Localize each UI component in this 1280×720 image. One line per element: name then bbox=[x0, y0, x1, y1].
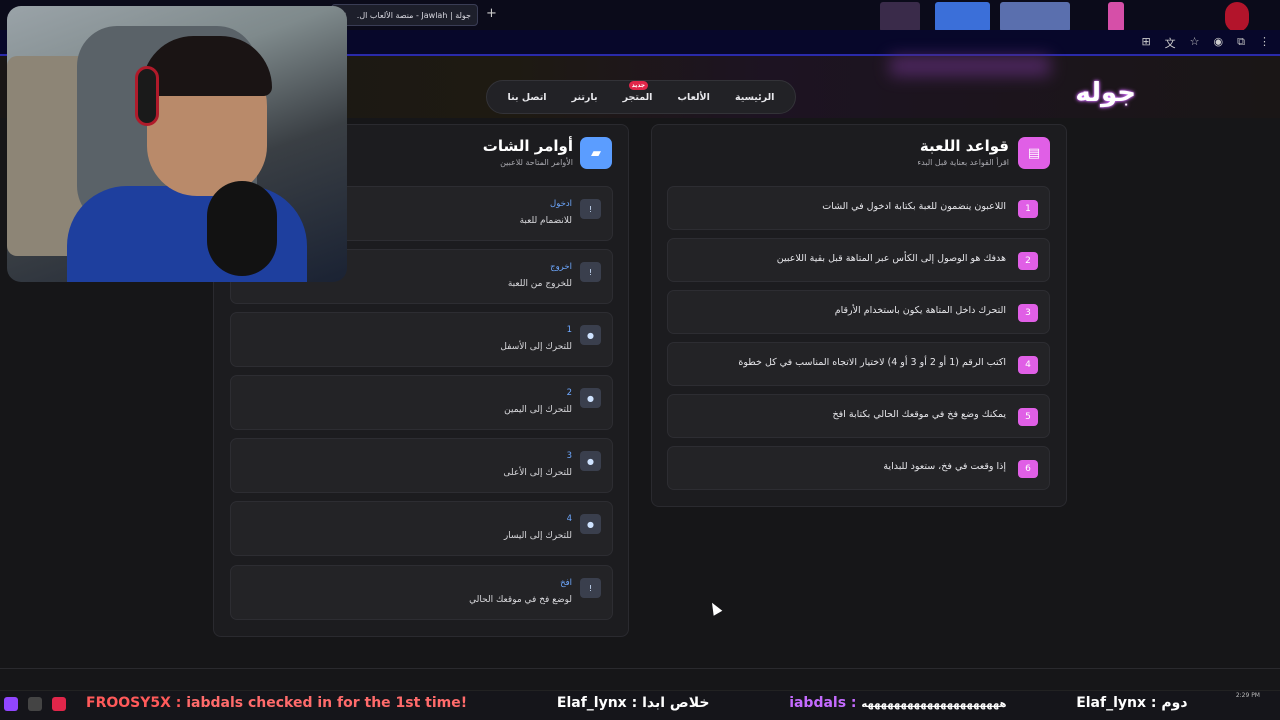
command-name: افخ bbox=[560, 578, 572, 588]
overlay-thumb bbox=[1000, 2, 1070, 32]
webcam-headset bbox=[135, 66, 159, 126]
site-logo[interactable]: جوله bbox=[1075, 78, 1136, 108]
nav-store[interactable]: المتجر جديد bbox=[622, 80, 653, 103]
command-desc: للانضمام للعبة bbox=[519, 216, 572, 226]
commands-title: أوامر الشات bbox=[482, 137, 573, 155]
nav-home[interactable]: الرئيسية bbox=[735, 92, 774, 103]
taskbar-icons bbox=[4, 697, 66, 711]
overlay-thumb bbox=[935, 2, 990, 32]
rule-text: إذا وقعت في فخ، ستعود للبداية bbox=[883, 461, 1006, 472]
chat-ticker: FROOSY5X : iabdals checked in for the 1s… bbox=[86, 695, 1188, 711]
ticker-message: دوم bbox=[1161, 695, 1188, 711]
rule-text: اكتب الرقم (1 أو 2 أو 3 أو 4) لاختيار ال… bbox=[738, 357, 1006, 368]
youtube-icon[interactable] bbox=[52, 697, 66, 711]
chat-icon: ● bbox=[580, 514, 601, 534]
rules-title: قواعد اللعبة bbox=[919, 137, 1009, 155]
rule-text: اللاعبون ينضمون للعبة بكتابة ادخول في ال… bbox=[822, 201, 1006, 212]
chat-icon: ● bbox=[580, 325, 601, 345]
rule-number: 5 bbox=[1018, 408, 1038, 426]
rule-text: التحرك داخل المتاهة يكون باستخدام الأرقا… bbox=[834, 305, 1006, 316]
rule-number: 1 bbox=[1018, 200, 1038, 218]
screenshot-icon[interactable]: ⊞ bbox=[1141, 35, 1150, 51]
nav-games[interactable]: الألعاب bbox=[678, 92, 710, 103]
rule-text: هدفك هو الوصول إلى الكأس عبر المتاهة قبل… bbox=[776, 253, 1006, 264]
command-name: 3 bbox=[566, 451, 572, 461]
overlay-thumb bbox=[1108, 2, 1124, 32]
rule-item: 5 يمكنك وضع فخ في موقعك الحالي بكتابة اف… bbox=[667, 394, 1050, 438]
profile-icon[interactable]: ◉ bbox=[1214, 35, 1224, 51]
rules-subtitle: اقرأ القواعد بعناية قبل البدء bbox=[917, 158, 1009, 167]
header-glow bbox=[890, 56, 1050, 76]
new-tab-icon[interactable]: + bbox=[486, 6, 497, 21]
command-item: ● 3 للتحرك إلى الأعلى bbox=[230, 438, 613, 493]
command-name: ادخول bbox=[550, 199, 572, 209]
command-name: 2 bbox=[566, 388, 572, 398]
ticker-message: خلاص ابدا bbox=[642, 695, 710, 711]
pin-icon[interactable] bbox=[28, 697, 42, 711]
extensions-icon[interactable]: ⧉ bbox=[1237, 35, 1245, 51]
overlay-thumb bbox=[880, 2, 920, 32]
command-desc: للتحرك إلى اليسار bbox=[503, 531, 572, 541]
streamer-webcam bbox=[7, 6, 347, 282]
rule-number: 4 bbox=[1018, 356, 1038, 374]
webcam-microphone bbox=[207, 181, 277, 276]
chat-icon: ● bbox=[580, 388, 601, 408]
rule-item: 3 التحرك داخل المتاهة يكون باستخدام الأر… bbox=[667, 290, 1050, 334]
rule-number: 3 bbox=[1018, 304, 1038, 322]
menu-icon[interactable]: ⋮ bbox=[1259, 35, 1270, 51]
command-desc: للتحرك إلى اليمين bbox=[504, 405, 572, 415]
command-name: 1 bbox=[566, 325, 572, 335]
exclamation-icon: ! bbox=[580, 262, 601, 282]
command-item: ● 2 للتحرك إلى اليمين bbox=[230, 375, 613, 430]
browser-toolbar-icons: ⊞ 文 ☆ ◉ ⧉ ⋮ bbox=[1141, 35, 1270, 51]
nav-store-label: المتجر bbox=[622, 91, 653, 103]
ticker-user: FROOSY5X : bbox=[86, 695, 182, 711]
chat-icon: ● bbox=[580, 451, 601, 471]
rule-item: 2 هدفك هو الوصول إلى الكأس عبر المتاهة ق… bbox=[667, 238, 1050, 282]
stream-overlay-thumbnails bbox=[880, 2, 1260, 32]
rule-text: يمكنك وضع فخ في موقعك الحالي بكتابة افخ bbox=[832, 409, 1006, 420]
exclamation-icon: ! bbox=[580, 578, 601, 598]
rule-number: 6 bbox=[1018, 460, 1038, 478]
ticker-message: هههههههههههههههههههههه bbox=[861, 699, 1007, 710]
twitch-icon[interactable] bbox=[4, 697, 18, 711]
footer-divider bbox=[0, 668, 1280, 669]
translate-icon[interactable]: 文 bbox=[1165, 35, 1176, 51]
command-name: 4 bbox=[566, 514, 572, 524]
main-navigation: الرئيسية الألعاب المتجر جديد بارتنر اتصل… bbox=[486, 80, 796, 114]
command-item: ● 4 للتحرك إلى اليسار bbox=[230, 501, 613, 556]
command-item: ● 1 للتحرك إلى الأسفل bbox=[230, 312, 613, 367]
command-desc: للخروج من اللعبة bbox=[507, 279, 572, 289]
star-icon[interactable]: ☆ bbox=[1190, 35, 1200, 51]
tab-title: جولة | Jawlah - منصة الألعاب ال... bbox=[356, 10, 471, 20]
command-desc: لوضع فخ في موقعك الحالي bbox=[469, 595, 572, 605]
ticker-user: Elaf_lynx : bbox=[1076, 695, 1157, 711]
ticker-user: iabdals : bbox=[789, 695, 857, 711]
ticker-user: Elaf_lynx : bbox=[556, 695, 638, 711]
new-badge: جديد bbox=[628, 80, 649, 90]
mouse-cursor-icon bbox=[707, 600, 723, 616]
chat-bubble-icon: ▰ bbox=[580, 137, 612, 169]
rules-document-icon: ▤ bbox=[1018, 137, 1050, 169]
nav-contact[interactable]: اتصل بنا bbox=[508, 92, 547, 103]
overlay-avatar bbox=[1225, 2, 1249, 32]
rule-item: 6 إذا وقعت في فخ، ستعود للبداية bbox=[667, 446, 1050, 490]
exclamation-icon: ! bbox=[580, 199, 601, 219]
commands-subtitle: الأوامر المتاحة للاعبين bbox=[500, 158, 573, 167]
rule-number: 2 bbox=[1018, 252, 1038, 270]
ticker-message: iabdals checked in for the 1st time! bbox=[186, 695, 468, 711]
browser-tab-active[interactable]: × جولة | Jawlah - منصة الألعاب ال... bbox=[331, 4, 478, 26]
system-clock: 2:29 PM bbox=[1235, 692, 1260, 699]
rule-item: 4 اكتب الرقم (1 أو 2 أو 3 أو 4) لاختيار … bbox=[667, 342, 1050, 386]
command-name: اخروج bbox=[550, 262, 572, 272]
nav-partner[interactable]: بارتنر bbox=[572, 92, 598, 103]
command-item: ! افخ لوضع فخ في موقعك الحالي bbox=[230, 565, 613, 620]
command-desc: للتحرك إلى الأعلى bbox=[503, 468, 572, 478]
command-desc: للتحرك إلى الأسفل bbox=[500, 342, 572, 352]
rule-item: 1 اللاعبون ينضمون للعبة بكتابة ادخول في … bbox=[667, 186, 1050, 230]
